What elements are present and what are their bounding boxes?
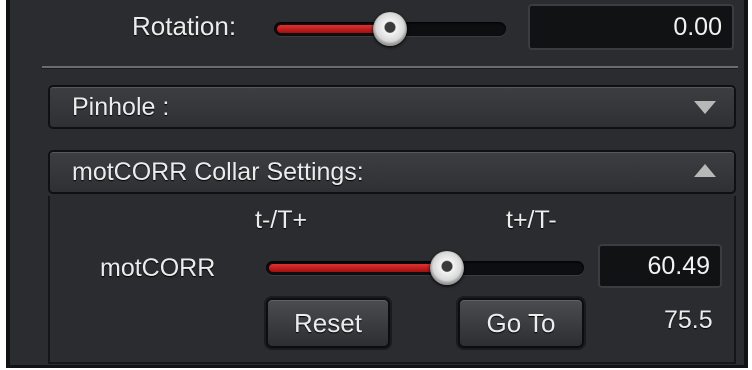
rotation-label: Rotation: (132, 11, 237, 41)
reset-button[interactable]: Reset (266, 298, 390, 348)
go-to-button[interactable]: Go To (458, 298, 584, 348)
pinhole-title: Pinhole : (72, 93, 170, 121)
motcorr-slider-thumb[interactable] (430, 251, 464, 285)
motcorr-section-header[interactable]: motCORR Collar Settings: (48, 150, 736, 194)
go-to-value: 75.5 (664, 306, 713, 334)
motcorr-slider[interactable] (266, 251, 584, 285)
divider (42, 66, 738, 68)
chevron-up-icon (694, 164, 716, 177)
right-direction-marker: t+/T- (506, 206, 557, 234)
motcorr-label: motCORR (100, 254, 216, 282)
motcorr-section-title: motCORR Collar Settings: (72, 158, 364, 186)
motcorr-value-field[interactable]: 60.49 (598, 244, 722, 288)
rotation-value-field[interactable]: 0.00 (528, 4, 734, 50)
chevron-down-icon (694, 101, 716, 114)
rotation-slider[interactable] (274, 12, 506, 46)
left-direction-marker: t-/T+ (255, 206, 308, 234)
settings-panel: Rotation: 0.00 Pinhole : motCORR Collar … (6, 0, 748, 368)
rotation-slider-thumb[interactable] (373, 12, 407, 46)
motcorr-slider-fill (269, 264, 447, 272)
pinhole-section-header[interactable]: Pinhole : (48, 85, 736, 129)
